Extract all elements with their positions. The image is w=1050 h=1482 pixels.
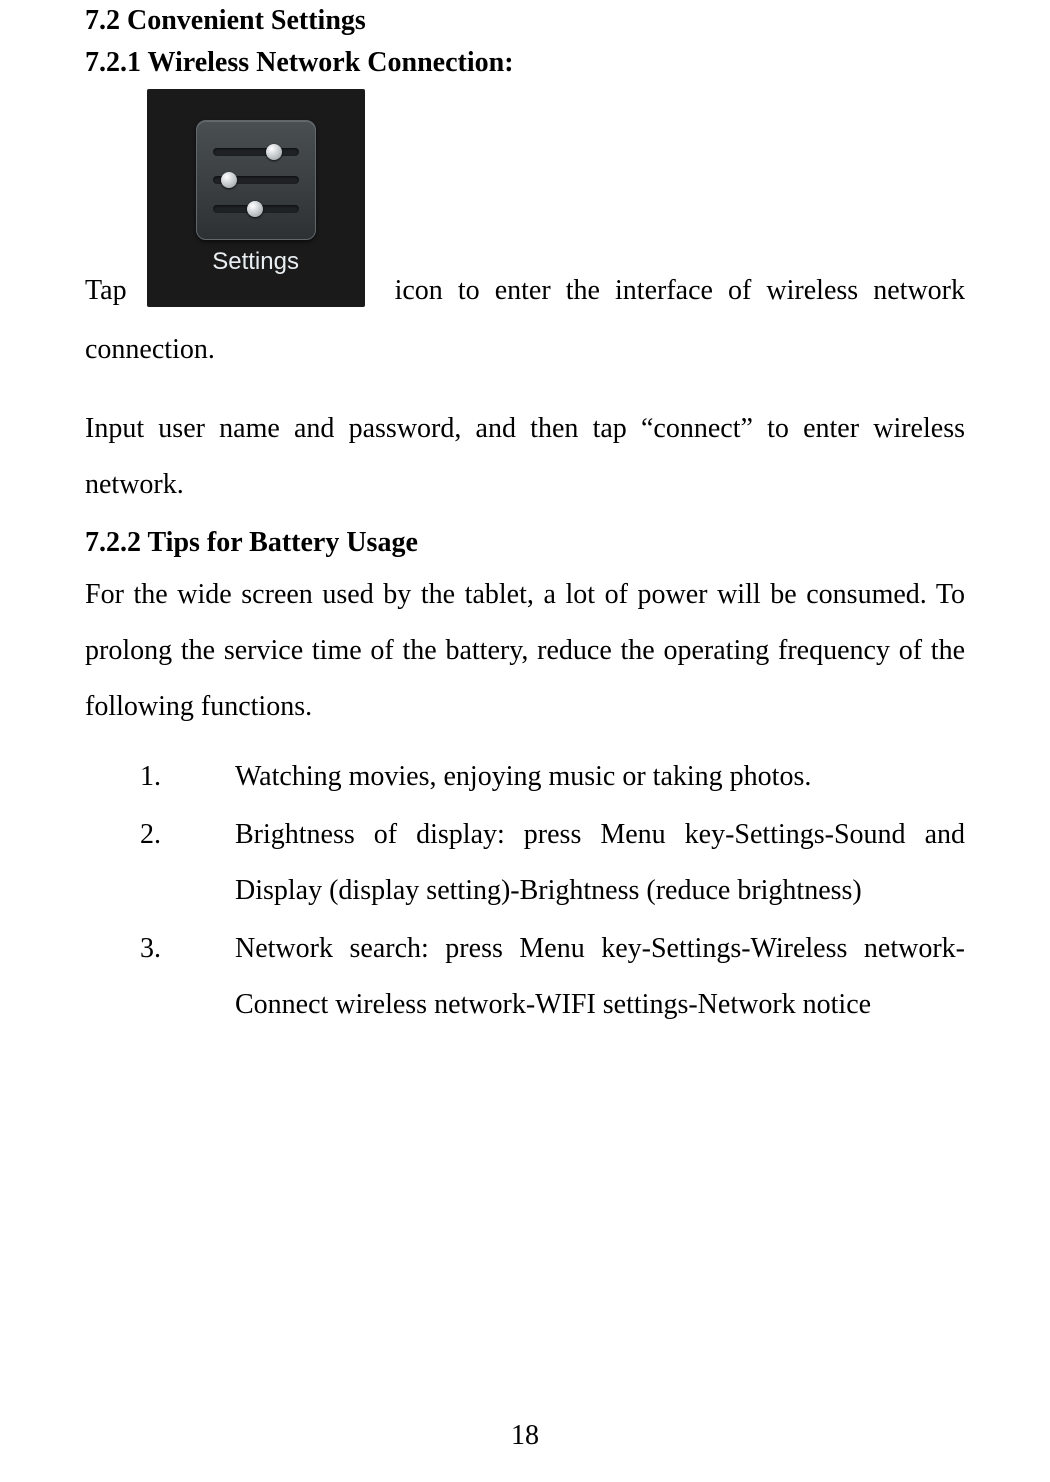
subsection-heading-7-2-2: 7.2.2 Tips for Battery Usage bbox=[85, 527, 965, 559]
tap-sentence-rest: icon to enter the interface of wireless … bbox=[395, 277, 965, 307]
list-item: Watching movies, enjoying music or takin… bbox=[140, 749, 965, 805]
list-item: Network search: press Menu key-Settings-… bbox=[140, 921, 965, 1033]
tap-word: Tap bbox=[85, 277, 127, 307]
settings-app-icon: Settings bbox=[147, 89, 365, 307]
tap-settings-line: Tap Settings icon to enter the interface… bbox=[85, 89, 965, 307]
slider-knob bbox=[247, 201, 263, 217]
section-heading-7-2: 7.2 Convenient Settings bbox=[85, 5, 965, 37]
input-instruction: Input user name and password, and then t… bbox=[85, 401, 965, 513]
page-number: 18 bbox=[0, 1420, 1050, 1452]
battery-intro: For the wide screen used by the tablet, … bbox=[85, 567, 965, 735]
subsection-heading-7-2-1: 7.2.1 Wireless Network Connection: bbox=[85, 47, 965, 79]
list-item: Brightness of display: press Menu key-Se… bbox=[140, 807, 965, 919]
slider-row-2 bbox=[213, 176, 299, 184]
settings-icon-label: Settings bbox=[212, 248, 299, 276]
slider-knob bbox=[221, 172, 237, 188]
battery-tips-list: Watching movies, enjoying music or takin… bbox=[140, 749, 965, 1033]
slider-knob bbox=[266, 144, 282, 160]
sliders-icon bbox=[196, 120, 316, 240]
slider-row-1 bbox=[213, 148, 299, 156]
tap-sentence-continuation: connection. bbox=[85, 325, 965, 375]
slider-row-3 bbox=[213, 205, 299, 213]
